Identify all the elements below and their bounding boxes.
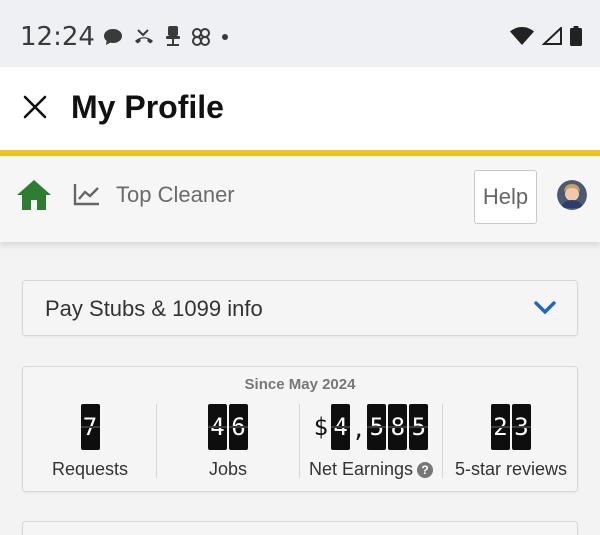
currency-symbol: $ [313, 413, 329, 441]
requests-counter: 7 [25, 403, 155, 451]
stat-label: Net Earnings [308, 459, 414, 479]
stat-jobs: 4 6 Jobs [157, 403, 299, 483]
notification-icons [103, 26, 229, 48]
rank-label: Top Cleaner [116, 182, 235, 207]
stat-label: Requests [51, 459, 129, 479]
since-label: Since May 2024 [244, 376, 356, 393]
system-icons [510, 26, 582, 46]
stat-label: Jobs [208, 459, 248, 479]
pay-stubs-label: Pay Stubs & 1099 info [45, 296, 263, 321]
digit: 7 [80, 404, 100, 450]
stat-label-net-earnings: Net Earnings? [300, 459, 442, 480]
pinwheel-icon [192, 28, 210, 46]
digit: 4 [208, 404, 227, 450]
title-bar: My Profile [0, 67, 600, 150]
earnings-counter: $ 4 , 5 8 5 [300, 403, 442, 451]
digit: 4 [331, 404, 351, 450]
page-title: My Profile [71, 89, 224, 125]
help-button[interactable]: Help [474, 170, 537, 224]
thousands-separator: , [352, 418, 366, 443]
wifi-icon [510, 27, 534, 45]
digit: 5 [409, 404, 429, 450]
pay-stubs-accordion[interactable]: Pay Stubs & 1099 info [22, 280, 578, 336]
digit: 2 [491, 404, 510, 450]
avatar[interactable] [557, 180, 587, 210]
reviews-counter: 2 3 [443, 403, 579, 451]
cell-signal-icon [542, 27, 562, 45]
chart-trend-icon [73, 184, 99, 206]
missed-call-icon [135, 29, 153, 44]
jobs-counter: 4 6 [157, 403, 299, 451]
digit: 3 [512, 404, 531, 450]
dot-icon [222, 34, 228, 40]
info-icon[interactable]: ? [417, 462, 434, 478]
profile-navbar: Top Cleaner Help [0, 156, 600, 242]
stat-net-earnings: $ 4 , 5 8 5 Net Earnings? [300, 403, 442, 483]
home-icon[interactable] [16, 178, 52, 212]
office-chair-icon [166, 26, 180, 46]
next-card [22, 521, 578, 535]
close-icon[interactable] [22, 94, 48, 120]
digit: 8 [388, 404, 408, 450]
chevron-down-icon[interactable] [534, 300, 556, 316]
battery-icon [570, 26, 582, 46]
stat-label: 5-star reviews [454, 459, 568, 479]
digit: 5 [367, 404, 387, 450]
status-bar: 12:24 [0, 0, 600, 67]
status-time: 12:24 [20, 22, 95, 52]
stats-panel: Since May 2024 7 Requests 4 6 Jobs $ 4 ,… [22, 366, 578, 492]
chat-bubble-icon [104, 29, 122, 45]
stat-five-star-reviews: 2 3 5-star reviews [443, 403, 579, 483]
digit: 6 [229, 404, 248, 450]
stat-requests: 7 Requests [25, 403, 155, 483]
